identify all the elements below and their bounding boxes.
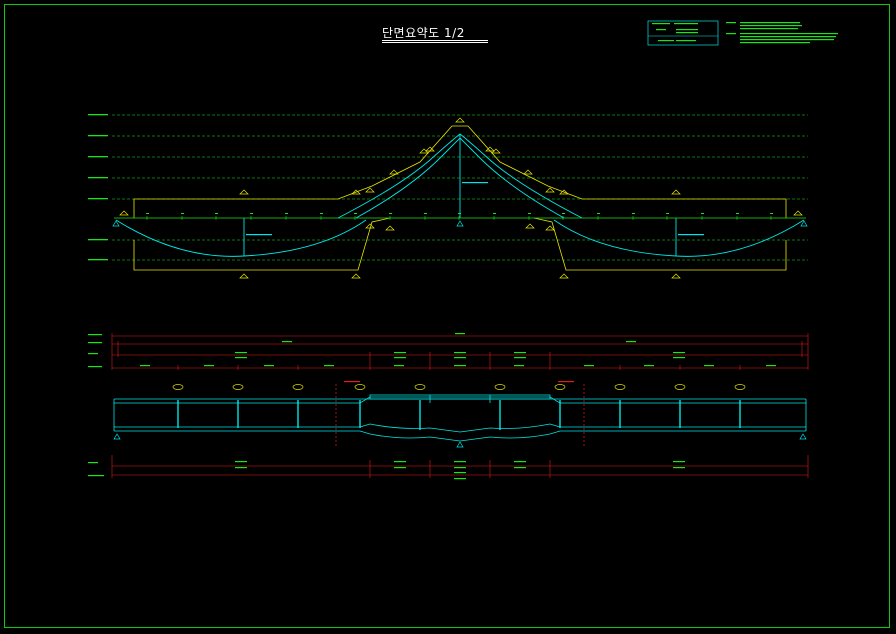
girder-profile	[115, 133, 805, 257]
dimension-chain-top	[111, 333, 809, 370]
general-notes	[726, 22, 838, 44]
dimension-chain-bottom	[111, 455, 809, 478]
triangle-marker-icon	[119, 117, 803, 279]
girder-plan	[113, 394, 807, 442]
section-callout-icon	[172, 384, 746, 390]
section-cut-labels	[344, 381, 574, 383]
dimension-chain-bottom-labels	[88, 461, 685, 480]
cut-line	[335, 384, 585, 446]
profile-dimension-notes	[246, 182, 704, 236]
diaphragm-icon	[177, 400, 741, 430]
elevation-labels	[88, 114, 108, 261]
cad-drawing	[88, 20, 838, 480]
legend-box	[647, 20, 719, 46]
dimension-chain-top-labels	[88, 333, 776, 368]
support-triangle-icon-plan	[113, 433, 807, 448]
support-triangle-icon	[112, 220, 808, 227]
